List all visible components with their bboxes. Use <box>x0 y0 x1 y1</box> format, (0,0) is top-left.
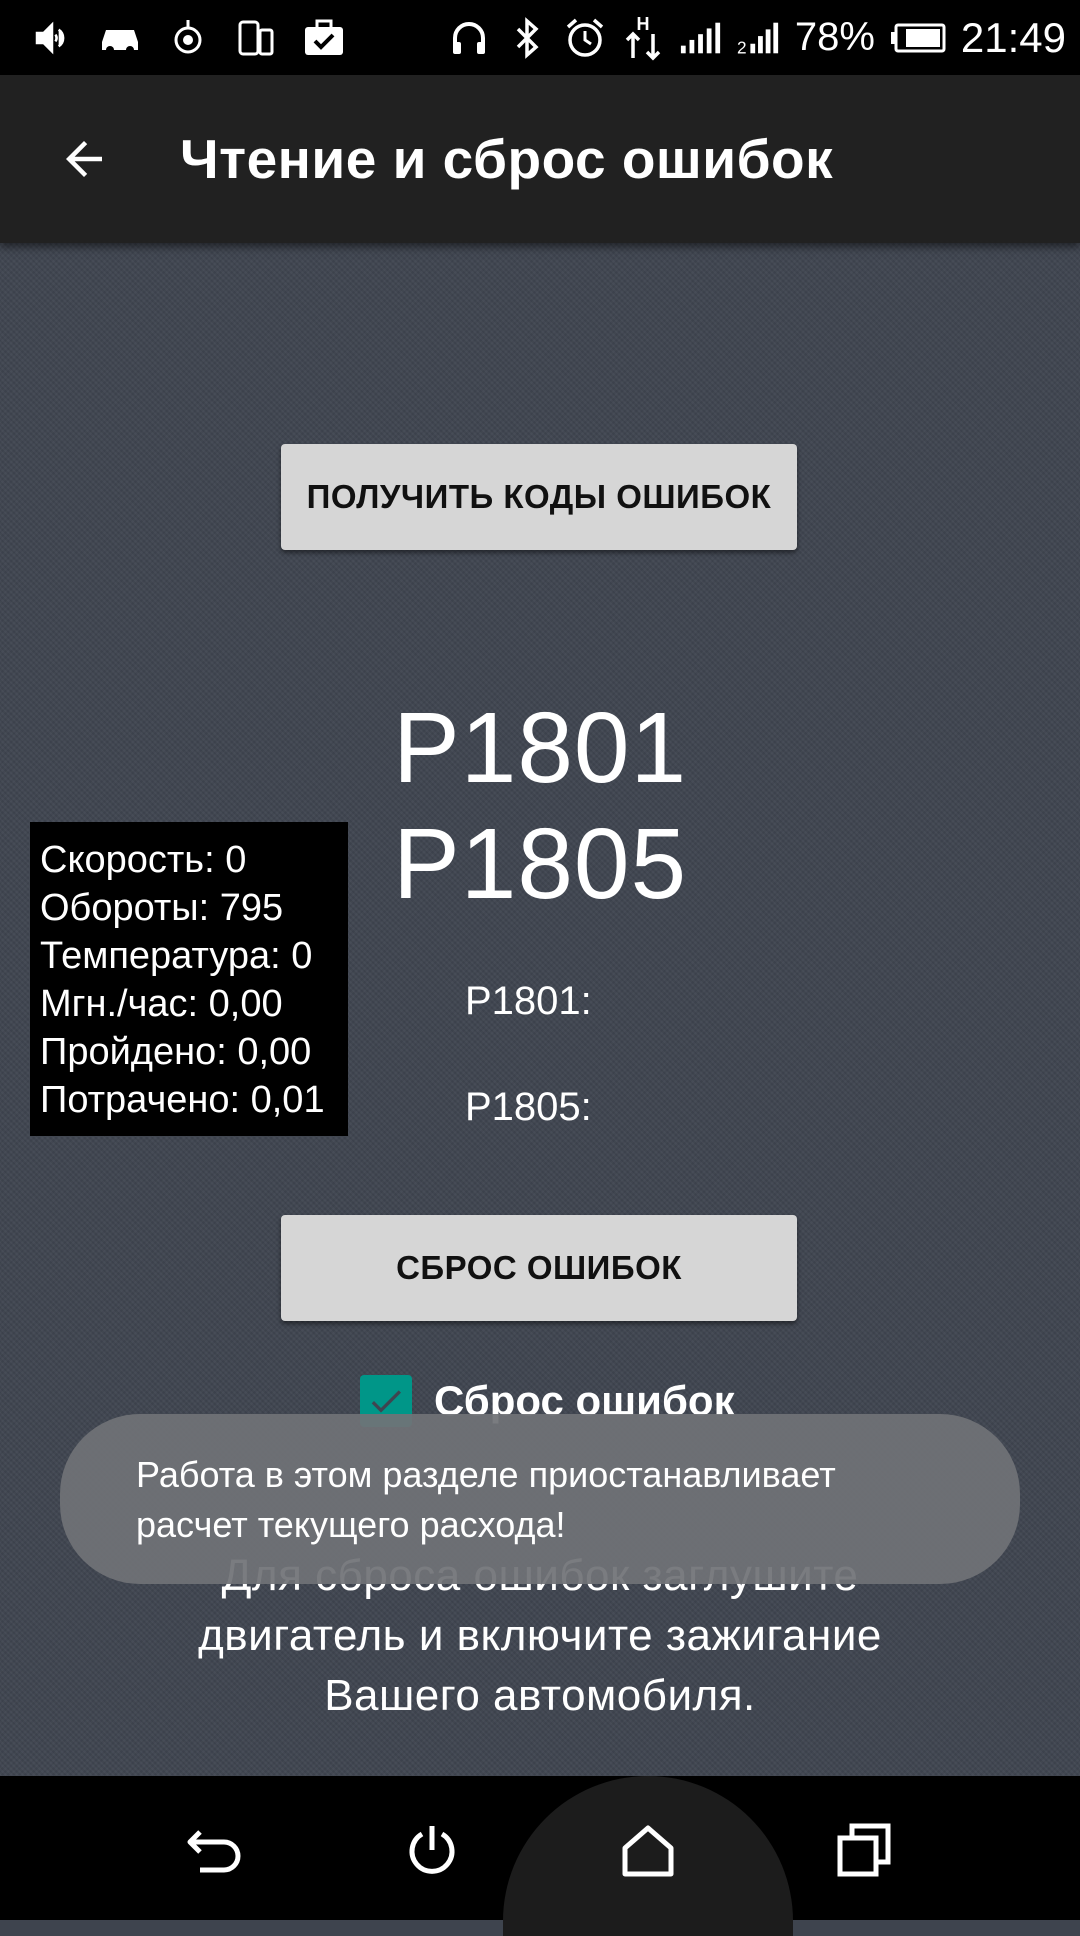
battery-icon <box>889 16 947 60</box>
speed-stat: Скорость: 0 <box>40 839 247 881</box>
reset-errors-button[interactable]: СБРОС ОШИБОК <box>281 1215 797 1321</box>
nav-back-button[interactable] <box>176 1810 256 1890</box>
back-button[interactable] <box>34 109 134 209</box>
instruction-line: двигатель и включите зажигание <box>198 1611 882 1660</box>
bluetooth-icon <box>505 16 549 60</box>
nav-home-button[interactable] <box>608 1810 688 1890</box>
back-icon <box>187 1830 241 1873</box>
rpm-stat: Обороты: 795 <box>40 887 284 929</box>
screen-rotate-icon <box>234 16 278 60</box>
page-title: Чтение и сброс ошибок <box>180 128 834 190</box>
data-transfer-icon: H <box>621 14 665 60</box>
get-error-codes-button[interactable]: ПОЛУЧИТЬ КОДЫ ОШИБОК <box>281 444 797 550</box>
error-code: P1801 <box>393 692 688 804</box>
clock: 21:49 <box>960 13 1066 61</box>
headphones-icon <box>447 16 491 60</box>
instant-consumption-stat: Мгн./час: 0,00 <box>40 983 283 1025</box>
arrow-back-icon <box>66 141 102 177</box>
status-bar: H 2 78% 21:49 <box>0 0 1080 75</box>
signal-2-icon: 2 <box>737 16 781 60</box>
home-icon <box>622 1825 674 1877</box>
briefcase-check-icon <box>302 16 346 60</box>
toast-line: Работа в этом разделе приостанавливает <box>136 1454 836 1495</box>
spent-stat: Потрачено: 0,01 <box>40 1079 325 1121</box>
recents-icon <box>837 1823 891 1877</box>
alarm-icon <box>563 16 607 60</box>
stats-panel: Скорость: 0 Обороты: 795 Температура: 0 … <box>30 822 348 1136</box>
app-bar: Чтение и сброс ошибок <box>0 75 1080 243</box>
distance-stat: Пройдено: 0,00 <box>40 1031 312 1073</box>
signal-1-icon <box>679 16 723 60</box>
location-icon <box>166 16 210 60</box>
car-icon <box>98 16 142 60</box>
nav-recents-button[interactable] <box>824 1810 904 1890</box>
temperature-stat: Температура: 0 <box>40 935 313 977</box>
svg-text:2: 2 <box>737 37 747 56</box>
nav-power-button[interactable] <box>392 1810 472 1890</box>
instruction-line: Вашего автомобиля. <box>324 1671 756 1720</box>
error-codes-list: P1801 P1805 <box>393 690 687 922</box>
battery-percent: 78% <box>794 15 875 59</box>
network-type-label: H <box>636 14 649 34</box>
volume-icon <box>30 16 74 60</box>
error-code-detail: P1801: <box>465 979 592 1023</box>
toast-message: Работа в этом разделе приостанавливает р… <box>60 1414 1020 1584</box>
error-code-detail: P1805: <box>465 1085 592 1129</box>
error-code: P1805 <box>393 808 688 920</box>
power-icon <box>409 1826 455 1874</box>
toast-line: расчет текущего расхода! <box>136 1504 566 1545</box>
